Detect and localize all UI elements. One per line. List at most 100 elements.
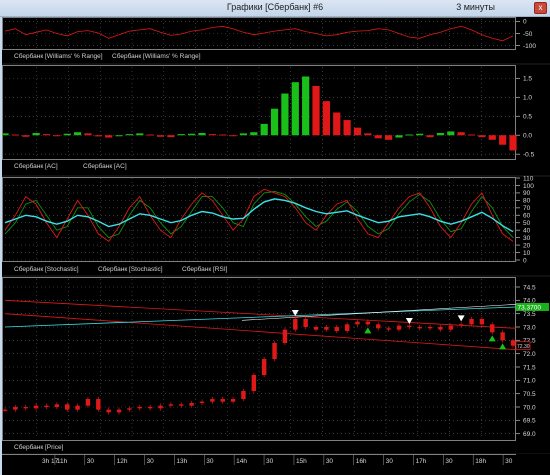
osc-tick-label: 90 [523,190,531,197]
ac-bar [333,112,341,136]
price-candle [365,321,371,325]
ac-bar [312,85,320,136]
osc-tick-label: 100 [523,183,534,190]
price-candle [158,405,163,409]
ac-bar [395,135,403,138]
osc-tick-label: 0 [523,257,527,264]
price-candle [303,319,308,327]
price-candle [500,332,505,341]
williams-tick-label: 0 [523,19,527,26]
price-candle [272,343,277,359]
price-candle [54,404,60,407]
price-candle [344,324,350,331]
price-candle [458,324,464,326]
price-candle [324,327,329,330]
x-tick-label: 16h [356,458,367,465]
williams-tick-label: -100 [523,43,536,50]
oscillator-pane[interactable]: 1101009080706050403020100 Сбербанк [Stoc… [2,175,550,275]
x-tick-label: 30 [206,458,214,465]
price-candle [85,399,91,406]
price-candle [65,404,70,410]
ac-bar [322,101,330,136]
ac-bar [105,135,113,138]
price-tick-label: 70.0 [523,404,536,411]
close-icon[interactable]: x [534,2,547,14]
price-tick-label: 71.5 [523,364,536,371]
ac-bar [115,135,123,137]
x-tick-label: 17h [415,458,426,465]
ac-bar [136,133,144,136]
x-tick-label: 30 [87,458,95,465]
price-tick-label: 74.5 [523,284,536,291]
chart-area[interactable]: 0 -50 -100 Сбербанк [Williams' % Range] Сб… [2,17,550,475]
ac-tick-label: 1.5 [523,76,532,83]
ac-bar [281,93,289,136]
x-tick-label: 30 [505,458,513,465]
ac-bar [343,120,351,136]
ac-bar [374,135,382,139]
ac-bar [125,134,134,136]
ac-bar [426,135,434,138]
ac-bar [499,135,507,145]
osc-tick-label: 70 [523,205,531,212]
ac-bar [198,132,206,136]
ac-bar [11,134,19,136]
price-tick-label: 71.0 [523,378,536,385]
price-candle [282,329,288,343]
williams-legend-2: Сбербанк [Williams' % Range] [112,52,201,60]
x-tick-label: 18h [475,458,486,465]
x-tick-label: 30 [147,458,155,465]
ac-tick-label: 0.5 [523,114,532,121]
ac-bar [167,135,175,138]
rsi-legend: Сбербанк [RSI] [182,265,228,273]
price-candle [355,321,360,325]
ac-tick-label: -0.5 [523,152,535,159]
price-tick-label: 73.0 [523,324,536,331]
x-tick-label: 30 [445,458,453,465]
ac-tick-label: 0.0 [523,133,532,140]
ac-bar [94,135,102,137]
price-candle [116,409,122,413]
osc-tick-label: 60 [523,213,531,220]
ac-bar [32,132,40,136]
x-tick-label: 30 [386,458,394,465]
williams-pane[interactable]: 0 -50 -100 Сбербанк [Williams' % Range] Сб… [2,17,550,63]
price-candle [147,407,153,409]
ac-legend-2: Сбербанк [AC] [83,162,127,170]
price-candle [168,404,174,406]
osc-tick-label: 40 [523,227,531,234]
price-candle [469,319,474,325]
ac-bar [22,135,30,137]
price-candle [44,405,49,407]
ac-bar [63,133,71,136]
price-candle [199,401,205,403]
price-candle [334,327,339,331]
price-candle [448,325,453,330]
ac-bar [447,131,455,136]
day-label: 3h 17 [42,458,59,465]
ac-bar [384,135,393,140]
price-candle [490,324,495,333]
ac-bar [208,134,216,136]
price-tick-label: 69.5 [523,418,536,425]
stochastic-legend-1: Сбербанк [Stochastic] [14,265,79,273]
ac-bar [260,123,268,136]
timeframe-label[interactable]: 3 минуты [456,2,495,12]
price-candle [396,325,402,330]
ac-bar [416,133,424,136]
price-candle [293,319,298,330]
ac-bar [488,135,496,140]
current-price-label: 72.30 [517,344,530,350]
price-candle [189,403,194,406]
last-price-label: 73.3700 [518,304,542,311]
ac-pane[interactable]: 1.5 1.0 0.5 0.0 -0.5 Сбербанк [AC] Сбербанк … [2,65,550,175]
price-candle [179,404,184,406]
osc-tick-label: 20 [523,242,531,249]
price-candle [313,327,319,330]
price-candle [210,399,215,402]
ac-bar [291,82,299,136]
price-candle [230,399,236,402]
price-candle [13,407,18,410]
price-pane[interactable]: 74.574.073.573.072.572.071.571.070.570.0… [2,277,550,453]
price-candle [241,391,246,399]
